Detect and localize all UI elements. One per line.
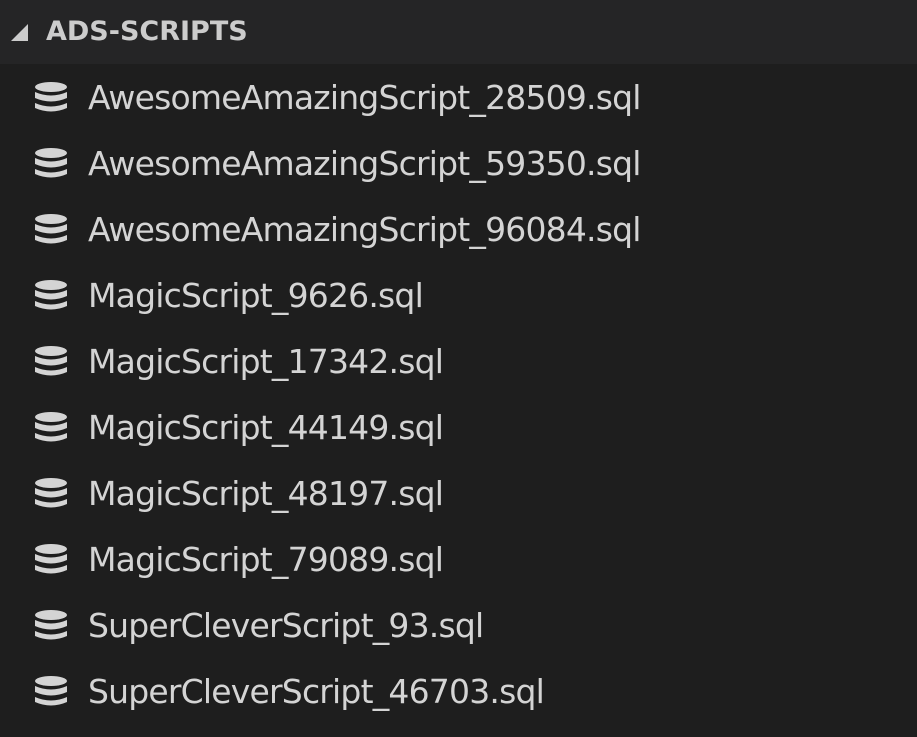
file-label: MagicScript_48197.sql <box>88 473 444 513</box>
file-label: AwesomeAmazingScript_28509.sql <box>88 77 641 117</box>
database-icon <box>34 542 68 576</box>
database-icon <box>34 410 68 444</box>
database-icon <box>34 674 68 708</box>
file-label: MagicScript_17342.sql <box>88 341 444 381</box>
file-label: MagicScript_79089.sql <box>88 539 444 579</box>
section-title: ADS-SCRIPTS <box>46 16 248 47</box>
file-label: SuperCleverScript_93.sql <box>88 605 484 645</box>
database-icon <box>34 212 68 246</box>
file-label: MagicScript_44149.sql <box>88 407 444 447</box>
database-icon <box>34 80 68 114</box>
file-item[interactable]: SuperCleverScript_46703.sql <box>0 658 917 724</box>
file-item[interactable]: MagicScript_17342.sql <box>0 328 917 394</box>
database-icon <box>34 278 68 312</box>
database-icon <box>34 476 68 510</box>
database-icon <box>34 608 68 642</box>
chevron-expanded-icon[interactable] <box>8 12 36 52</box>
file-label: SuperCleverScript_46703.sql <box>88 671 545 711</box>
file-item[interactable]: SuperCleverScript_93.sql <box>0 592 917 658</box>
file-item[interactable]: MagicScript_9626.sql <box>0 262 917 328</box>
file-item[interactable]: AwesomeAmazingScript_28509.sql <box>0 64 917 130</box>
file-list: AwesomeAmazingScript_28509.sql AwesomeAm… <box>0 64 917 737</box>
file-label: AwesomeAmazingScript_96084.sql <box>88 209 641 249</box>
section-header[interactable]: ADS-SCRIPTS <box>0 0 917 64</box>
file-item[interactable]: AwesomeAmazingScript_59350.sql <box>0 130 917 196</box>
file-item[interactable]: MagicScript_79089.sql <box>0 526 917 592</box>
file-label: AwesomeAmazingScript_59350.sql <box>88 143 641 183</box>
file-item[interactable]: MagicScript_48197.sql <box>0 460 917 526</box>
file-item[interactable]: AwesomeAmazingScript_96084.sql <box>0 196 917 262</box>
database-icon <box>34 344 68 378</box>
database-icon <box>34 146 68 180</box>
file-item[interactable]: MagicScript_44149.sql <box>0 394 917 460</box>
file-label: MagicScript_9626.sql <box>88 275 424 315</box>
explorer-panel: ADS-SCRIPTS AwesomeAmazingScript_28509.s… <box>0 0 917 737</box>
